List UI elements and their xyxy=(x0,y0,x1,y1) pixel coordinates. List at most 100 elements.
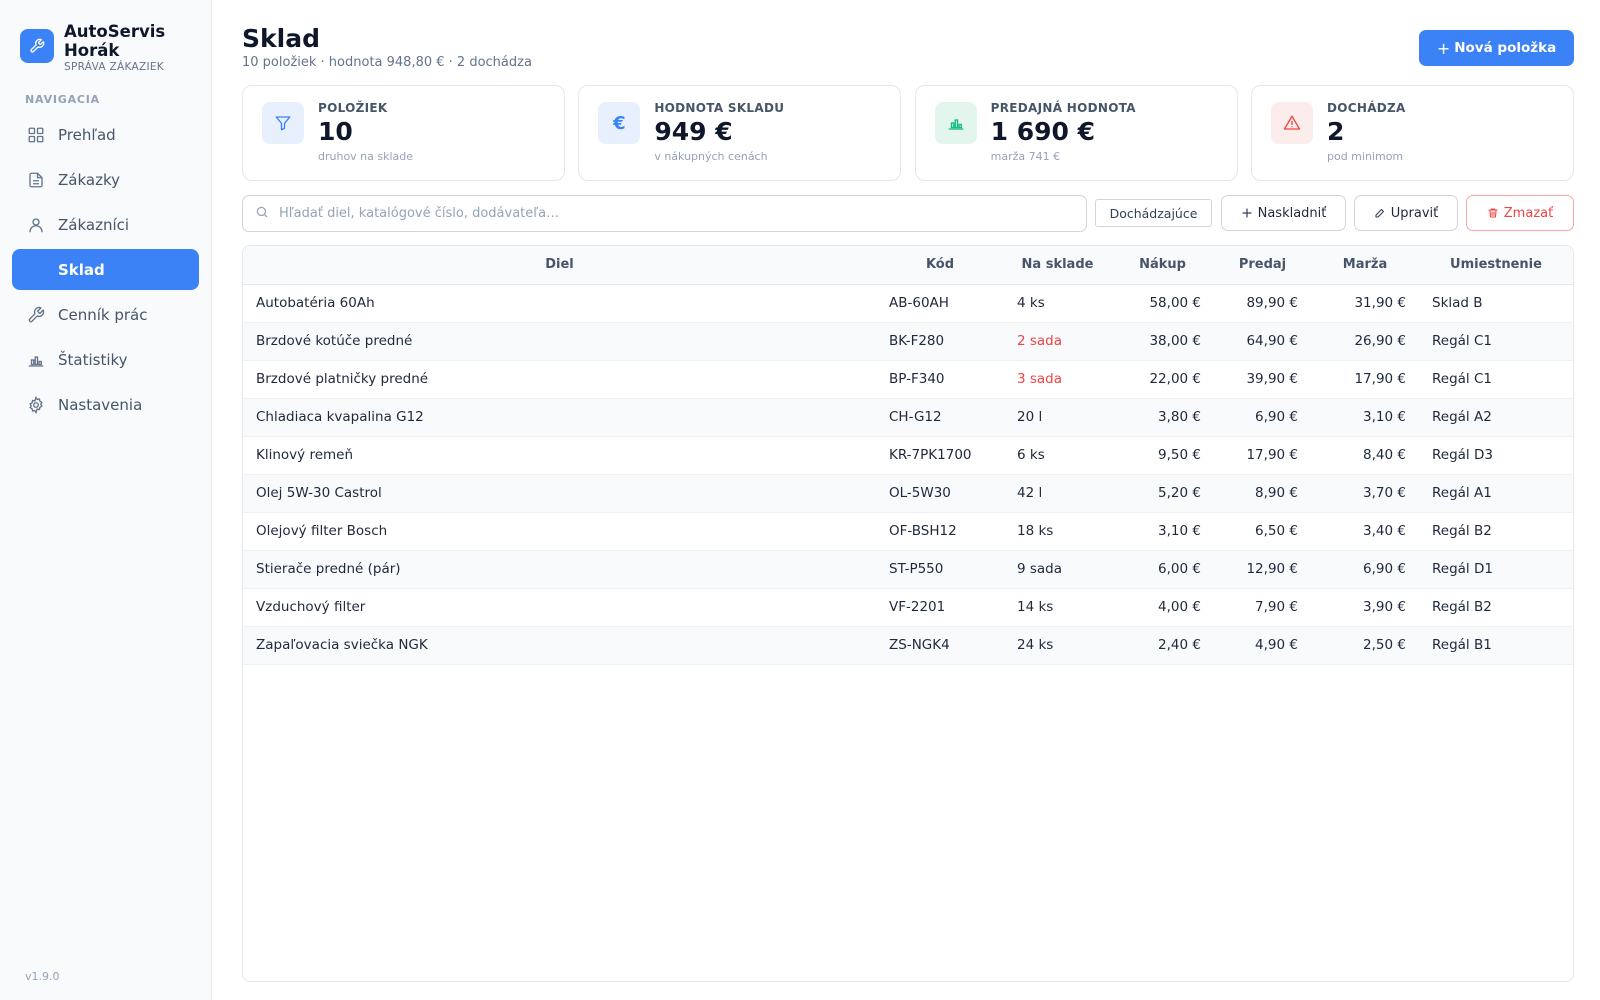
stat-note: marža 741 € xyxy=(990,150,1061,163)
table-row[interactable]: Brzdové kotúče predné BK-F280 2 sada 38,00 … xyxy=(243,322,1573,361)
restock-button[interactable]: Naskladniť xyxy=(1221,195,1346,231)
brand: AutoServis Horák SPRÁVA ZÁKAZIEK xyxy=(20,22,194,73)
sidebar-item-nastavenia[interactable]: Nastavenia xyxy=(12,384,199,425)
cell-buy-price: 2,40 € xyxy=(1111,626,1214,665)
new-item-button[interactable]: + Nová položka xyxy=(1419,30,1574,66)
column-header[interactable]: Na sklade xyxy=(1004,246,1111,285)
column-header[interactable]: Umiestnenie xyxy=(1419,246,1573,285)
cell-location: Regál B2 xyxy=(1419,512,1573,551)
euro-icon: € xyxy=(598,102,641,144)
table-row[interactable]: Olej 5W-30 Castrol OL-5W30 42 l 5,20 €8,90 … xyxy=(243,474,1573,513)
column-header[interactable]: Nákup xyxy=(1111,246,1214,285)
page-subtitle: 10 položiek · hodnota 948,80 € · 2 dochá… xyxy=(242,55,532,70)
cell-buy-price: 4,00 € xyxy=(1111,588,1214,627)
column-header[interactable]: Diel xyxy=(243,246,876,285)
cell-margin: 31,90 € xyxy=(1311,284,1419,323)
cell-sell-price: 8,90 € xyxy=(1214,474,1311,513)
cell-code: OL-5W30 xyxy=(876,474,1004,513)
cell-location: Regál B2 xyxy=(1419,588,1573,627)
cell-code: CH-G12 xyxy=(876,398,1004,437)
cell-sell-price: 39,90 € xyxy=(1214,360,1311,399)
filter-icon xyxy=(262,102,304,144)
table-row[interactable]: Chladiaca kvapalina G12 CH-G12 20 l 3,80 €6… xyxy=(243,398,1573,437)
column-header[interactable]: Predaj xyxy=(1214,246,1311,285)
cell-location: Regál C1 xyxy=(1419,360,1573,399)
document-icon xyxy=(26,170,46,190)
cell-code: OF-BSH12 xyxy=(876,512,1004,551)
stat-label: PREDAJNÁ HODNOTA xyxy=(990,101,1136,115)
cell-sell-price: 12,90 € xyxy=(1214,550,1311,589)
cell-code: ST-P550 xyxy=(876,550,1004,589)
gear-icon xyxy=(26,395,46,415)
page-title: Sklad xyxy=(242,24,320,53)
cell-buy-price: 6,00 € xyxy=(1111,550,1214,589)
sidebar-item-zakazky[interactable]: Zákazky xyxy=(12,159,199,200)
cell-code: BK-F280 xyxy=(876,322,1004,361)
search-box[interactable] xyxy=(242,195,1087,232)
cell-location: Regál B1 xyxy=(1419,626,1573,665)
cell-part-name: Zapaľovacia sviečka NGK xyxy=(243,626,876,665)
cell-part-name: Stierače predné (pár) xyxy=(243,550,876,589)
cell-part-name: Brzdové platničky predné xyxy=(243,360,876,399)
sidebar-item-sklad[interactable]: Sklad xyxy=(12,249,199,290)
cell-buy-price: 22,00 € xyxy=(1111,360,1214,399)
cell-location: Sklad B xyxy=(1419,284,1573,323)
stat-value: 1 690 € xyxy=(990,117,1096,146)
table-row[interactable]: Klinový remeň KR-7PK1700 6 ks 9,50 €17,90 €… xyxy=(243,436,1573,475)
stat-value: 2 xyxy=(1326,117,1345,146)
table-row[interactable]: Brzdové platničky predné BP-F340 3 sada 22,… xyxy=(243,360,1573,399)
table-row[interactable]: Autobatéria 60Ah AB-60AH 4 ks 58,00 €89,90 … xyxy=(243,284,1573,323)
cell-part-name: Klinový remeň xyxy=(243,436,876,475)
sidebar-item-prehlad[interactable]: Prehľad xyxy=(12,114,199,155)
edit-button[interactable]: Upraviť xyxy=(1354,195,1458,231)
warning-icon xyxy=(1270,102,1313,144)
column-header[interactable]: Kód xyxy=(876,246,1004,285)
cell-stock: 4 ks xyxy=(1004,284,1111,323)
toolbar: Dochádzajúce Naskladniť Upraviť Zmazať xyxy=(242,195,1574,232)
sidebar-item-statistiky[interactable]: Štatistiky xyxy=(12,339,199,380)
delete-label: Zmazať xyxy=(1503,205,1554,221)
low-stock-filter-button[interactable]: Dochádzajúce xyxy=(1095,199,1212,227)
cell-sell-price: 17,90 € xyxy=(1214,436,1311,475)
sidebar-item-cennik-prac[interactable]: Cenník prác xyxy=(12,294,199,335)
cell-sell-price: 6,50 € xyxy=(1214,512,1311,551)
grid-icon xyxy=(26,125,46,145)
stat-card-low-stock: DOCHÁDZA 2 pod minimom xyxy=(1250,85,1574,181)
cell-stock: 9 sada xyxy=(1004,550,1111,589)
sidebar-item-label: Zákazníci xyxy=(58,215,130,234)
cell-part-name: Autobatéria 60Ah xyxy=(243,284,876,323)
cell-part-name: Olej 5W-30 Castrol xyxy=(243,474,876,513)
cell-part-name: Vzduchový filter xyxy=(243,588,876,627)
table-row[interactable]: Zapaľovacia sviečka NGK ZS-NGK4 24 ks 2,40 … xyxy=(243,626,1573,665)
cell-stock: 14 ks xyxy=(1004,588,1111,627)
sidebar-item-zakaznici[interactable]: Zákazníci xyxy=(12,204,199,245)
cell-margin: 3,10 € xyxy=(1311,398,1419,437)
search-icon xyxy=(255,204,269,223)
column-header[interactable]: Marža xyxy=(1311,246,1419,285)
plus-icon xyxy=(1241,207,1253,219)
table-row[interactable]: Vzduchový filter VF-2201 14 ks 4,00 €7,90 €… xyxy=(243,588,1573,627)
cell-margin: 26,90 € xyxy=(1311,322,1419,361)
pencil-icon xyxy=(1374,207,1386,219)
brand-subtitle: SPRÁVA ZÁKAZIEK xyxy=(64,61,164,73)
table-row[interactable]: Stierače predné (pár) ST-P550 9 sada 6,00 €… xyxy=(243,550,1573,589)
cell-location: Regál C1 xyxy=(1419,322,1573,361)
cell-margin: 2,50 € xyxy=(1311,626,1419,665)
stat-label: POLOŽIEK xyxy=(318,101,388,115)
stat-label: DOCHÁDZA xyxy=(1326,101,1406,115)
table-row[interactable]: Olejový filter Bosch OF-BSH12 18 ks 3,10 €6… xyxy=(243,512,1573,551)
delete-button[interactable]: Zmazať xyxy=(1466,195,1574,231)
stat-card-stock-value: € HODNOTA SKLADU 949 € v nákupných cenác… xyxy=(578,85,902,181)
wrench-icon xyxy=(26,305,46,325)
cell-margin: 3,40 € xyxy=(1311,512,1419,551)
stat-card-sale-value: PREDAJNÁ HODNOTA 1 690 € marža 741 € xyxy=(914,85,1238,181)
cell-part-name: Chladiaca kvapalina G12 xyxy=(243,398,876,437)
sidebar: AutoServis Horák SPRÁVA ZÁKAZIEK NAVIGAC… xyxy=(0,0,212,1000)
cell-margin: 17,90 € xyxy=(1311,360,1419,399)
stat-value: 949 € xyxy=(654,117,733,146)
restock-label: Naskladniť xyxy=(1257,205,1327,221)
search-input[interactable] xyxy=(279,206,1059,221)
nav-heading: NAVIGACIA xyxy=(25,93,100,106)
cell-stock: 3 sada xyxy=(1004,360,1111,399)
stat-note: v nákupných cenách xyxy=(654,150,768,163)
